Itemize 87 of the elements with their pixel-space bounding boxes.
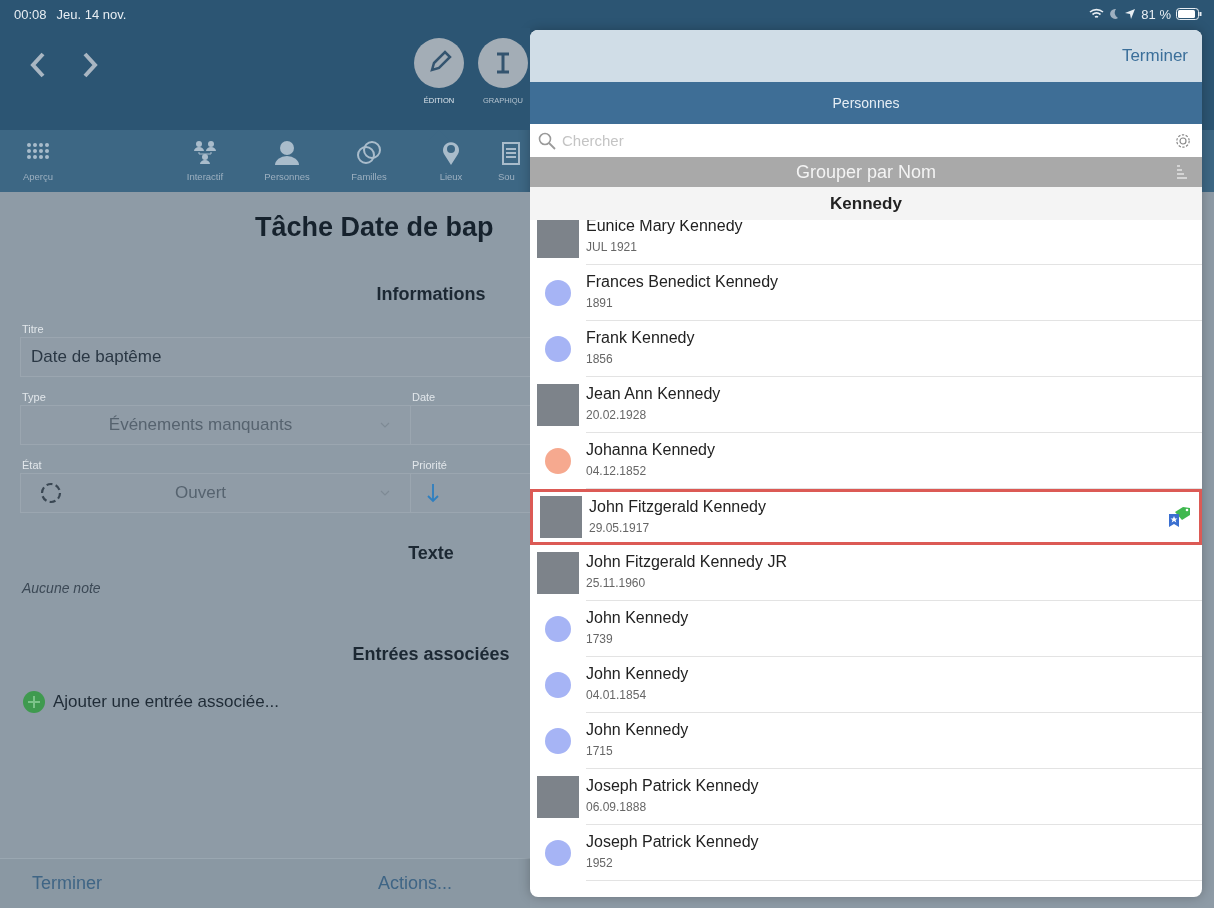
tab-icon — [356, 140, 382, 166]
add-related-link[interactable]: Ajouter une entrée associée... — [53, 692, 279, 712]
photo-placeholder — [537, 552, 579, 594]
search-field[interactable]: Chercher — [562, 132, 1168, 149]
field-label: Titre — [21, 323, 45, 337]
back-chevron-icon[interactable] — [30, 52, 46, 78]
section-heading: Informations — [376, 284, 486, 304]
tab-button[interactable]: Personnes — [246, 130, 328, 192]
person-row[interactable]: Johanna Kennedy 04.12.1852 — [530, 433, 1202, 489]
done-button[interactable]: Terminer — [1121, 46, 1188, 66]
person-row[interactable]: Joseph Patrick Kennedy 1952 — [530, 825, 1202, 881]
date-field[interactable] — [410, 405, 530, 445]
person-name: John Kennedy — [586, 609, 690, 627]
photo-placeholder — [537, 220, 579, 258]
status-time: 00:08 — [14, 6, 47, 22]
person-name: Joseph Patrick Kennedy — [586, 833, 760, 851]
field-label: Priorité — [411, 459, 448, 473]
tab-button[interactable]: Aperçu — [0, 130, 76, 192]
person-date: 1952 — [586, 856, 614, 870]
panel-title: Personnes — [832, 95, 900, 111]
person-name: Eunice Mary Kennedy — [586, 220, 744, 235]
location-icon — [1124, 8, 1137, 20]
person-row[interactable]: Frank Kennedy 1856 — [530, 321, 1202, 377]
person-name: Frances Benedict Kennedy — [586, 273, 780, 291]
person-date: 25.11.1960 — [586, 576, 647, 590]
person-date: 04.01.1854 — [586, 688, 648, 702]
title-field[interactable]: Date de baptême — [20, 337, 530, 377]
field-label: État — [21, 459, 43, 473]
person-date: JUL 1921 — [586, 240, 638, 254]
person-name: Jean Ann Kennedy — [586, 385, 722, 403]
dashed-circle-icon — [39, 481, 63, 505]
photo-placeholder — [537, 776, 579, 818]
down-arrow-icon — [427, 483, 439, 503]
tag-icon — [1167, 506, 1191, 528]
person-name: John Kennedy — [586, 665, 690, 683]
field-value: Date de baptême — [31, 347, 162, 367]
dropdown-value: Ouvert — [175, 483, 227, 503]
section-header: Kennedy — [830, 193, 902, 214]
person-row[interactable]: John Fitzgerald Kennedy JR 25.11.1960 — [530, 545, 1202, 601]
note-text: Aucune note — [20, 579, 102, 596]
sort-icon[interactable] — [1176, 164, 1188, 180]
person-date: 20.02.1928 — [586, 408, 648, 422]
tab-icon — [274, 140, 300, 166]
tab-button[interactable]: Lieux — [410, 130, 492, 192]
person-name: Frank Kennedy — [586, 329, 696, 347]
person-date: 1715 — [586, 744, 614, 758]
add-icon[interactable] — [23, 691, 45, 713]
forward-chevron-icon[interactable] — [82, 52, 98, 78]
person-date: 06.09.1888 — [586, 800, 648, 814]
status-date: Jeu. 14 nov. — [56, 6, 127, 22]
settings-icon[interactable] — [1174, 131, 1192, 150]
person-name: John Fitzgerald Kennedy JR — [586, 553, 788, 571]
field-label: Type — [21, 391, 47, 405]
section-heading: Texte — [408, 543, 454, 563]
page-title: Tâche Date de bap — [254, 211, 495, 244]
section-heading: Entrées associées — [352, 644, 510, 664]
field-label: Date — [411, 391, 437, 405]
tab-button[interactable]: Sou — [492, 130, 530, 192]
dropdown-value: Événements manquants — [108, 415, 293, 435]
search-icon — [538, 131, 556, 150]
person-row[interactable]: John Kennedy 1715 — [530, 713, 1202, 769]
person-date: 04.12.1852 — [586, 464, 648, 478]
photo-placeholder — [537, 384, 579, 426]
battery-percent: 81 % — [1141, 6, 1171, 22]
person-date: 1891 — [586, 296, 614, 310]
person-date: 1856 — [586, 352, 614, 366]
moon-icon — [1109, 8, 1120, 20]
person-row[interactable]: Jean Ann Kennedy 20.02.1928 — [530, 377, 1202, 433]
person-name: Joseph Patrick Kennedy — [586, 777, 760, 795]
person-date: 1739 — [586, 632, 614, 646]
person-row[interactable]: John Fitzgerald Kennedy 29.05.1917 — [530, 489, 1202, 545]
person-row[interactable]: John Kennedy 04.01.1854 — [530, 657, 1202, 713]
person-row[interactable]: Frances Benedict Kennedy 1891 — [530, 265, 1202, 321]
person-row[interactable]: Eunice Mary Kennedy JUL 1921 — [530, 220, 1202, 265]
photo-placeholder — [540, 496, 582, 538]
tab-icon — [192, 140, 218, 166]
tab-button[interactable]: Interactif — [164, 130, 246, 192]
person-name: John Fitzgerald Kennedy — [589, 497, 767, 516]
tab-button[interactable]: Familles — [328, 130, 410, 192]
person-name: John Kennedy — [586, 721, 690, 739]
priority-field[interactable] — [410, 473, 530, 513]
battery-icon — [1176, 8, 1202, 20]
person-row[interactable]: Joseph Patrick Kennedy 06.09.1888 — [530, 769, 1202, 825]
wifi-icon — [1089, 8, 1105, 20]
person-date: 29.05.1917 — [589, 520, 651, 535]
person-row[interactable]: John Kennedy 1739 — [530, 601, 1202, 657]
person-name: Johanna Kennedy — [586, 441, 716, 459]
